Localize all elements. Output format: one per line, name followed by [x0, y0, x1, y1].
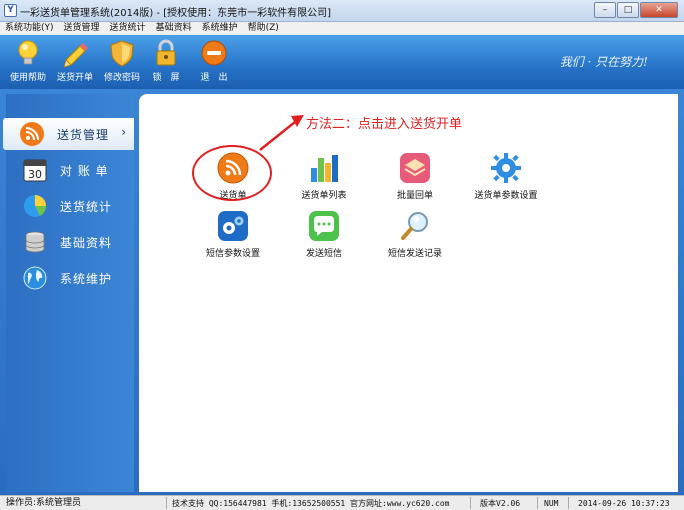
sidebar-item-basic-data[interactable]: 基础资料: [6, 226, 134, 258]
tile-delivery-list[interactable]: 送货单列表: [279, 152, 369, 201]
sidebar-item-delivery-management[interactable]: 送货管理 ›: [3, 118, 134, 150]
minimize-button[interactable]: –: [594, 2, 616, 18]
toolbar-lock-screen-label: 锁 屏: [152, 73, 180, 83]
menu-maintenance[interactable]: 系统维护: [197, 22, 243, 35]
padlock-icon: [156, 39, 176, 66]
tile-label: 批量回单: [396, 191, 433, 201]
shield-icon: [110, 40, 134, 67]
magnifier-icon: [401, 212, 428, 240]
sidebar-item-label: 送货管理: [57, 128, 110, 142]
stack-icon: [400, 153, 430, 183]
chat-bubble-icon: [309, 211, 339, 241]
slogan-logo: 我们 · 只在努力!: [559, 55, 648, 69]
toolbar-exit-button[interactable]: 退 出: [189, 38, 239, 83]
status-num-lock: NUM: [544, 499, 559, 508]
sidebar: 送货管理 › 30 对 账 单 送货统计 基础资料 系统维护: [3, 94, 134, 492]
tile-label: 送货单列表: [301, 191, 347, 201]
menu-delivery[interactable]: 送货管理: [59, 22, 105, 35]
status-divider: [537, 497, 538, 509]
annotation-text: 方法二：点击进入送货开单: [306, 117, 463, 132]
tile-batch-receipt[interactable]: 批量回单: [370, 152, 460, 201]
title-bar: Y 一彩送货单管理系统(2014版) - [授权使用：东莞市一彩软件有限公司] …: [0, 0, 684, 22]
database-icon: [25, 231, 45, 253]
status-support: 技术支持 QQ:156447981 手机:13652500551 官方网址:ww…: [172, 499, 450, 508]
toolbar-change-password-label: 修改密码: [103, 73, 140, 83]
toolbar-change-password-button[interactable]: 修改密码: [97, 38, 147, 83]
menu-bar: 系统功能(Y) 送货管理 送货统计 基础资料 系统维护 帮助(Z): [0, 22, 684, 35]
bar-chart-icon: [311, 155, 338, 182]
sidebar-item-label: 系统维护: [60, 272, 113, 286]
status-divider: [166, 497, 167, 509]
tile-delivery-settings[interactable]: 送货单参数设置: [461, 152, 551, 201]
toolbar: 使用帮助 送货开单 修改密码 锁 屏 退 出 我们 · 只在努力!: [0, 35, 684, 89]
calendar-day: 30: [28, 168, 42, 181]
gears-icon: [218, 211, 248, 241]
window-title: 一彩送货单管理系统(2014版) - [授权使用：东莞市一彩软件有限公司]: [20, 8, 332, 19]
sidebar-item-label: 送货统计: [60, 200, 113, 214]
maximize-button[interactable]: □: [617, 2, 639, 18]
toolbar-new-delivery-label: 送货开单: [56, 73, 93, 83]
menu-statistics[interactable]: 送货统计: [105, 22, 151, 35]
sidebar-item-statement[interactable]: 30 对 账 单: [6, 154, 134, 186]
menu-help[interactable]: 帮助(Z): [243, 22, 284, 35]
tile-sms-history[interactable]: 短信发送记录: [370, 210, 460, 259]
lightbulb-icon: [18, 40, 38, 65]
sidebar-item-delivery-statistics[interactable]: 送货统计: [6, 190, 134, 222]
status-datetime: 2014-09-26 10:37:23: [578, 499, 670, 508]
status-divider: [568, 497, 569, 509]
status-operator: 操作员:系统管理员: [6, 498, 82, 508]
window-controls: – □ ✕: [593, 2, 678, 18]
status-divider: [470, 497, 471, 509]
sidebar-item-label: 对 账 单: [60, 164, 109, 178]
exit-icon: [201, 40, 227, 66]
close-button[interactable]: ✕: [640, 2, 678, 18]
tile-label: 发送短信: [305, 249, 342, 259]
globe-icon: [23, 266, 47, 290]
toolbar-new-delivery-button[interactable]: 送货开单: [50, 38, 100, 83]
sidebar-item-label: 基础资料: [60, 236, 113, 250]
app-icon: Y: [4, 4, 17, 17]
menu-basic-data[interactable]: 基础资料: [151, 22, 197, 35]
rss-icon: [20, 122, 44, 146]
pencil-icon: [63, 43, 88, 68]
status-bar: 操作员:系统管理员 技术支持 QQ:156447981 手机:136525005…: [0, 495, 684, 510]
toolbar-exit-label: 退 出: [200, 73, 228, 83]
chevron-right-icon: ›: [121, 125, 126, 139]
calendar-icon: 30: [23, 159, 47, 182]
tile-label: 短信参数设置: [205, 249, 260, 259]
tile-send-sms[interactable]: 发送短信: [279, 210, 369, 259]
tile-sms-settings[interactable]: 短信参数设置: [188, 210, 278, 259]
status-version: 版本V2.06: [480, 499, 521, 508]
menu-system[interactable]: 系统功能(Y): [0, 22, 59, 35]
tile-label: 短信发送记录: [387, 249, 442, 259]
toolbar-help-label: 使用帮助: [9, 73, 46, 83]
toolbar-lock-screen-button[interactable]: 锁 屏: [141, 38, 191, 83]
gear-icon: [491, 153, 521, 183]
toolbar-help-button[interactable]: 使用帮助: [3, 38, 53, 83]
pie-chart-icon: [24, 195, 47, 217]
tile-label: 送货单参数设置: [474, 191, 538, 201]
sidebar-item-system-maintenance[interactable]: 系统维护: [6, 262, 134, 294]
